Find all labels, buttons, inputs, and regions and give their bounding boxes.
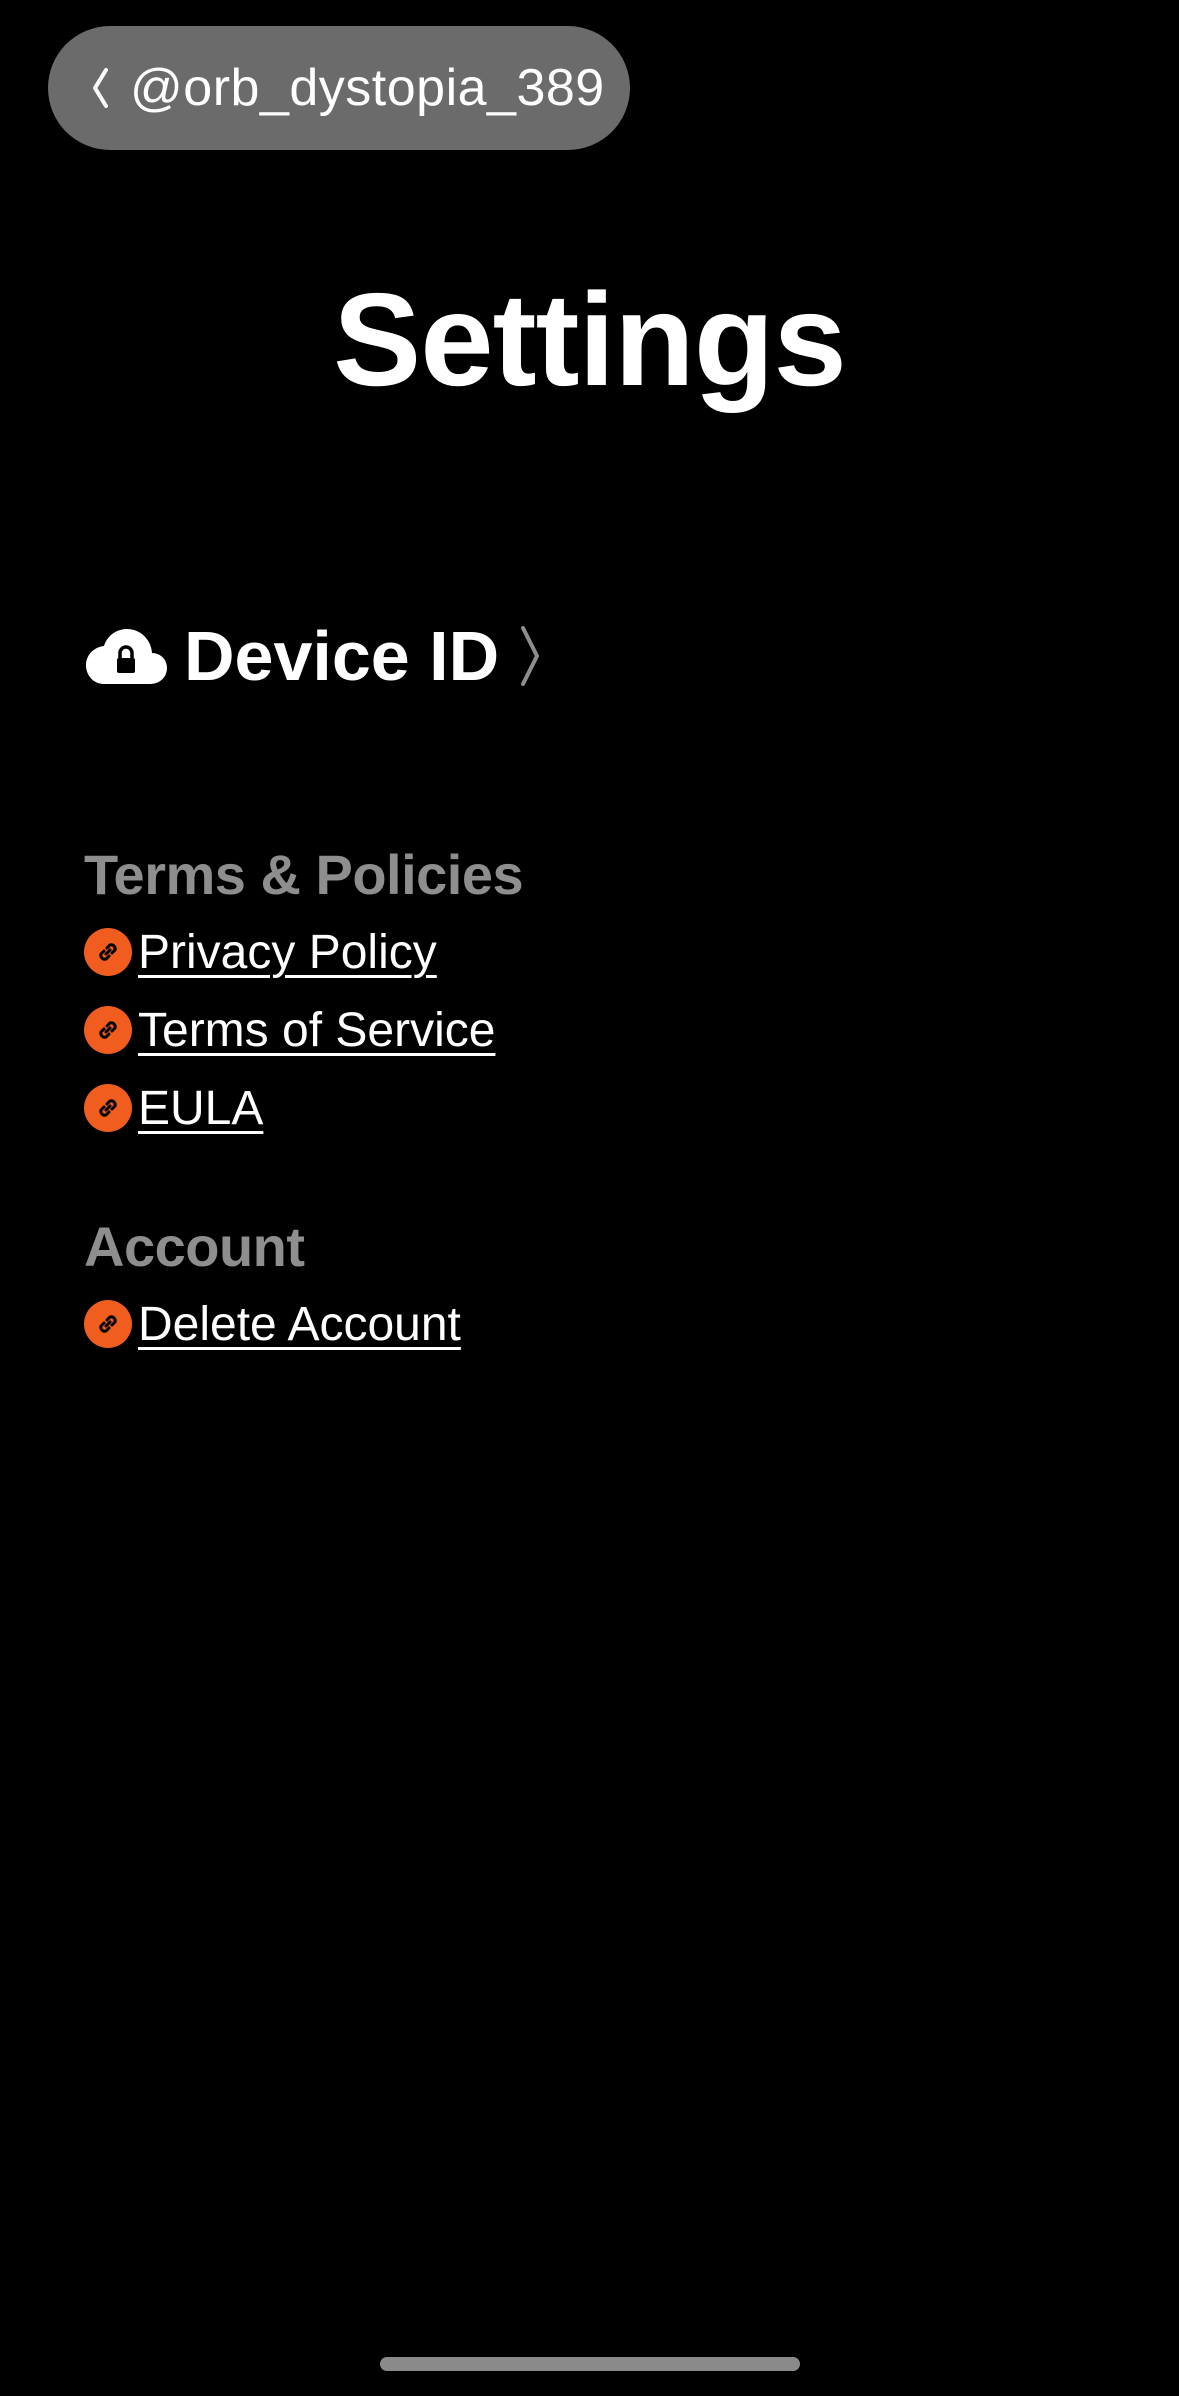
section-header-terms: Terms & Policies bbox=[84, 843, 524, 906]
terms-of-service-label: Terms of Service bbox=[138, 1003, 496, 1057]
chevron-right-icon bbox=[521, 626, 540, 686]
privacy-policy-label: Privacy Policy bbox=[138, 925, 437, 979]
eula-link[interactable]: EULA bbox=[84, 1078, 263, 1138]
link-icon bbox=[84, 1006, 132, 1054]
cloud-lock-icon bbox=[86, 629, 167, 684]
link-icon bbox=[84, 1084, 132, 1132]
page-title: Settings bbox=[333, 266, 847, 413]
chevron-left-icon bbox=[82, 62, 118, 114]
link-icon bbox=[84, 1300, 132, 1348]
back-button[interactable]: @orb_dystopia_389 bbox=[48, 26, 630, 150]
delete-account-label: Delete Account bbox=[138, 1297, 461, 1351]
section-header-account: Account bbox=[84, 1215, 305, 1278]
privacy-policy-link[interactable]: Privacy Policy bbox=[84, 922, 437, 982]
terms-of-service-link[interactable]: Terms of Service bbox=[84, 1000, 495, 1060]
back-button-label: @orb_dystopia_389 bbox=[130, 59, 605, 117]
device-id-row[interactable]: Device ID bbox=[84, 612, 543, 700]
link-icon bbox=[84, 928, 132, 976]
device-id-label: Device ID bbox=[184, 617, 500, 695]
home-indicator[interactable] bbox=[380, 2357, 800, 2371]
delete-account-link[interactable]: Delete Account bbox=[84, 1294, 461, 1354]
eula-label: EULA bbox=[138, 1081, 264, 1135]
